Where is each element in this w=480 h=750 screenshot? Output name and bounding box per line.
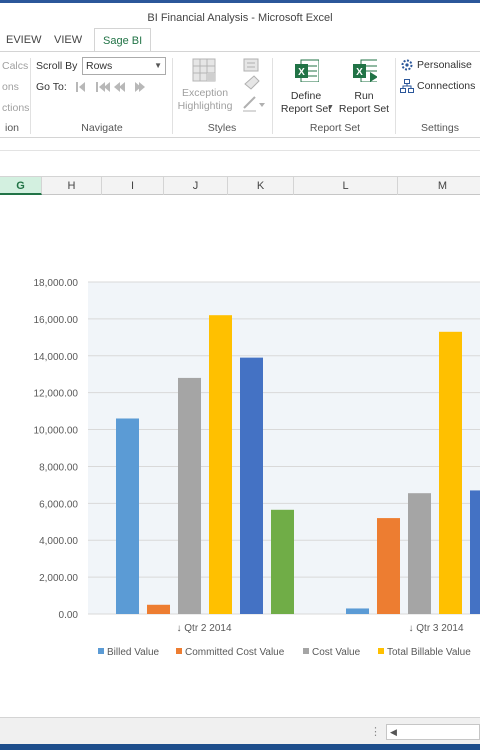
options-button[interactable]: ons xyxy=(2,81,19,93)
define-line1: Define xyxy=(290,90,322,102)
y-tick-label: 8,000.00 xyxy=(39,462,78,473)
horizontal-scrollbar[interactable]: ◀ xyxy=(386,724,480,740)
column-header-i[interactable]: I xyxy=(102,177,164,195)
ribbon-tabs: EVIEW VIEW Sage BI xyxy=(0,28,480,52)
report-set-group-label: Report Set xyxy=(309,122,361,134)
exception-highlighting-icon xyxy=(192,58,216,82)
chart-bar xyxy=(116,418,139,614)
y-tick-label: 10,000.00 xyxy=(34,426,79,437)
exception-line2: Highlighting xyxy=(177,100,233,112)
y-tick-label: 12,000.00 xyxy=(34,389,79,400)
ribbon: Calcs ons ctions ion Scroll By Rows ▼ Go… xyxy=(0,52,480,138)
category-label: ↓ Qtr 3 2014 xyxy=(408,623,463,634)
styles-group-label: Styles xyxy=(207,122,237,134)
svg-text:X: X xyxy=(298,67,305,78)
pen-dropdown-icon[interactable] xyxy=(243,96,265,112)
legend-swatch xyxy=(98,648,104,654)
legend-label: Cost Value xyxy=(312,647,361,658)
tab-sage-bi[interactable]: Sage BI xyxy=(94,28,152,52)
navigate-arrows xyxy=(76,82,145,92)
group-separator xyxy=(30,58,31,134)
clear-format-icon[interactable] xyxy=(244,75,260,90)
group-separator xyxy=(172,58,173,134)
window-bottom-border xyxy=(0,744,480,750)
column-header-k[interactable]: K xyxy=(228,177,294,195)
y-tick-label: 4,000.00 xyxy=(39,536,78,547)
column-header-l[interactable]: L xyxy=(294,177,398,195)
chart-bar xyxy=(346,608,369,614)
chart-bar xyxy=(240,357,263,614)
chart-bar xyxy=(209,315,232,614)
calcs-button[interactable]: Calcs xyxy=(2,60,28,72)
connections-icon xyxy=(400,79,414,93)
legend-label: Billed Value xyxy=(107,647,160,658)
format-icon[interactable] xyxy=(243,58,259,72)
chevron-down-icon: ▼ xyxy=(154,61,162,70)
chart-bar xyxy=(470,490,480,614)
run-report-set-icon: X xyxy=(353,59,380,83)
column-headers: G H I J K L M xyxy=(0,177,480,195)
connections-label: Connections xyxy=(417,80,476,92)
formula-bar-divider xyxy=(0,150,480,151)
scroll-by-value: Rows xyxy=(86,60,113,72)
splitter-handle-icon[interactable]: ⋮ xyxy=(370,725,381,738)
define-report-set-icon: X xyxy=(295,59,320,83)
exception-highlighting-button[interactable]: Exception Highlighting xyxy=(174,56,236,113)
legend-swatch xyxy=(303,648,309,654)
worksheet[interactable]: 0.00 2,000.00 4,000.00 6,000.00 8,000.00 10,0… xyxy=(0,196,480,716)
settings-group-label: Settings xyxy=(421,122,459,134)
functions-button[interactable]: ctions xyxy=(2,102,29,114)
define-dropdown-chevron-icon[interactable]: ▼ xyxy=(327,104,334,111)
column-header-g[interactable]: G xyxy=(0,177,42,195)
chart-bar xyxy=(408,493,431,614)
previous-icon[interactable] xyxy=(114,82,125,92)
y-tick-label: 16,000.00 xyxy=(34,315,79,326)
chart-bar xyxy=(439,331,462,614)
goto-label: Go To: xyxy=(36,81,67,93)
chart-bar xyxy=(271,509,294,614)
tab-view[interactable]: VIEW xyxy=(46,28,90,52)
svg-text:X: X xyxy=(356,67,363,78)
legend-label: Total Billable Value xyxy=(387,647,471,658)
chart-bar xyxy=(147,604,170,614)
run-line1: Run xyxy=(354,90,374,102)
personalise-label: Personalise xyxy=(417,59,472,71)
scroll-by-select[interactable]: Rows ▼ xyxy=(82,57,166,75)
exception-line1: Exception xyxy=(181,87,229,99)
legend-swatch xyxy=(176,648,182,654)
category-label: ↓ Qtr 2 2014 xyxy=(176,623,231,634)
chart-bar xyxy=(178,377,201,614)
group-separator xyxy=(395,58,396,134)
group-separator xyxy=(272,58,273,134)
scroll-by-label: Scroll By xyxy=(36,60,78,72)
left-group-label: ion xyxy=(4,122,19,134)
navigate-group-label: Navigate xyxy=(81,122,123,134)
tab-review[interactable]: EVIEW xyxy=(0,28,49,52)
chart[interactable]: 0.00 2,000.00 4,000.00 6,000.00 8,000.00 10,0… xyxy=(0,196,480,716)
chart-bar xyxy=(377,518,400,614)
first-page-icon[interactable] xyxy=(76,82,85,92)
run-line2: Report Set xyxy=(338,103,390,115)
y-tick-label: 14,000.00 xyxy=(34,352,79,363)
legend-swatch xyxy=(378,648,384,654)
first-item-icon[interactable] xyxy=(96,82,110,92)
y-tick-label: 18,000.00 xyxy=(34,278,79,289)
gear-icon xyxy=(401,59,413,71)
scroll-left-icon[interactable]: ◀ xyxy=(390,725,397,739)
run-report-set-button[interactable]: X Run Report Set xyxy=(336,58,392,116)
y-tick-label: 0.00 xyxy=(59,610,79,621)
legend-label: Committed Cost Value xyxy=(185,647,285,658)
y-tick-label: 6,000.00 xyxy=(39,499,78,510)
style-tools xyxy=(243,58,265,112)
next-icon[interactable] xyxy=(135,82,145,92)
y-tick-label: 2,000.00 xyxy=(39,573,78,584)
column-header-m[interactable]: M xyxy=(398,177,480,195)
column-header-j[interactable]: J xyxy=(164,177,228,195)
formula-bar xyxy=(0,139,480,177)
column-header-h[interactable]: H xyxy=(42,177,102,195)
